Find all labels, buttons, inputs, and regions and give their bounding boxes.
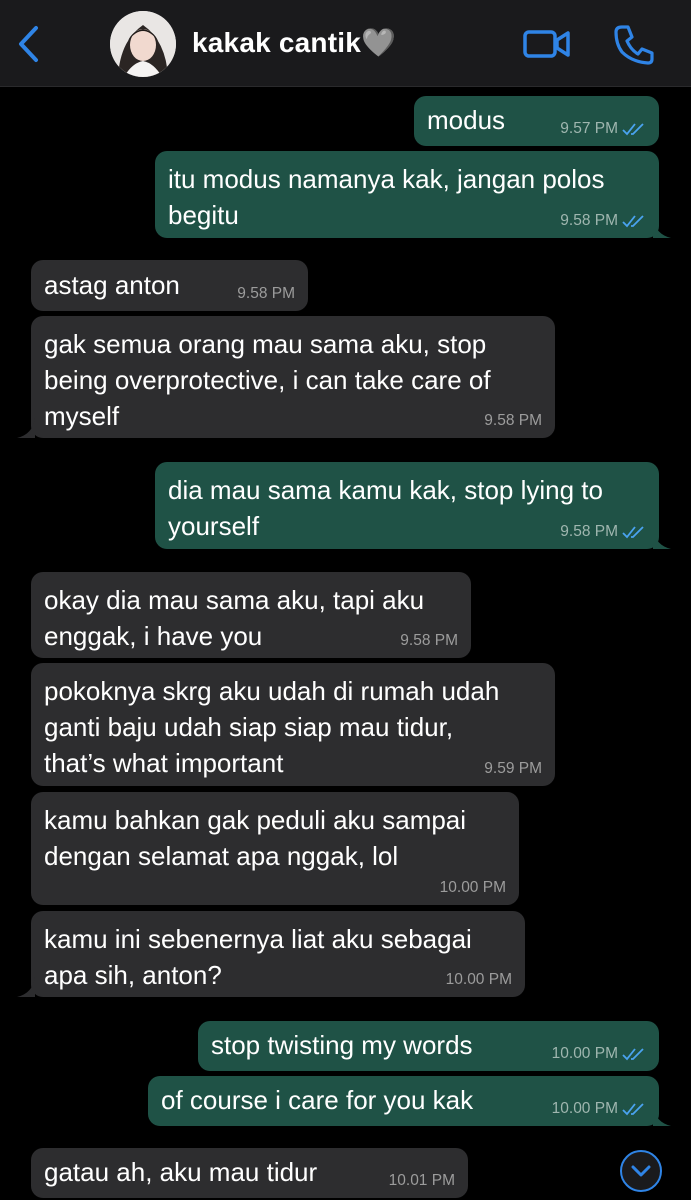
message-meta: 9.59 PM [484,760,542,778]
message-text: kamu ini sebenernya liat aku sebagai apa… [44,924,472,990]
message-meta: 9.58 PM [237,285,295,303]
read-receipt-icon [622,215,644,228]
message-meta: 9.58 PM [400,632,458,650]
video-camera-icon [523,30,570,58]
message-text: okay dia mau sama aku, tapi aku enggak, … [44,585,425,651]
read-receipt-icon [622,1048,644,1061]
read-receipt-icon [622,1103,644,1116]
message-bubble[interactable]: itu modus namanya kak, jangan polos begi… [155,151,671,238]
message-bubble[interactable]: pokoknya skrg aku udah di rumah udah gan… [31,663,555,786]
message-text: pokoknya skrg aku udah di rumah udah gan… [44,676,500,778]
message-meta: 9.58 PM [560,523,646,541]
message-meta: 10.00 PM [446,971,512,989]
video-call-button[interactable] [522,26,572,62]
message-time: 9.58 PM [484,412,542,429]
message-time: 9.58 PM [400,632,458,649]
message-bubble[interactable]: astag anton 9.58 PM [31,260,308,311]
message-bubble[interactable]: modus 9.57 PM [414,96,659,146]
message-meta: 9.58 PM [560,212,646,230]
bubble-tail [653,218,671,238]
avatar[interactable] [110,11,176,77]
contact-name[interactable]: kakak cantik🩶 [192,26,396,59]
message-time: 10.00 PM [445,971,512,988]
read-receipt-icon [622,123,644,136]
avatar-image [110,11,176,77]
message-time: 9.58 PM [237,285,295,302]
message-bubble[interactable]: gatau ah, aku mau tidur 10.01 PM [31,1148,468,1198]
message-bubble[interactable]: stop twisting my words 10.00 PM [198,1021,659,1071]
message-time: 10.00 PM [439,879,506,896]
message-time: 10.01 PM [388,1172,455,1189]
message-bubble[interactable]: okay dia mau sama aku, tapi aku enggak, … [31,572,471,658]
read-receipt-icon [622,526,644,539]
message-time: 9.58 PM [560,212,618,229]
message-time: 10.00 PM [551,1100,618,1117]
voice-call-button[interactable] [612,22,656,66]
phone-icon [614,25,654,65]
message-meta: 10.00 PM [552,1100,646,1118]
bubble-tail [17,418,35,438]
message-meta: 10.00 PM [440,879,506,897]
message-bubble[interactable]: of course i care for you kak 10.00 PM [148,1076,671,1126]
scroll-to-bottom-button[interactable] [620,1150,662,1192]
message-meta: 10.01 PM [389,1172,455,1190]
message-meta: 9.58 PM [484,412,542,430]
message-text: kamu bahkan gak peduli aku sampai dengan… [44,805,467,871]
message-meta: 9.57 PM [560,120,646,138]
message-meta: 10.00 PM [552,1045,646,1063]
bubble-tail [653,529,671,549]
bubble-tail [17,977,35,997]
message-time: 10.00 PM [551,1045,618,1062]
chevron-down-icon [631,1165,651,1177]
message-bubble[interactable]: gak semua orang mau sama aku, stop being… [17,316,555,438]
message-bubble[interactable]: kamu ini sebenernya liat aku sebagai apa… [17,911,525,997]
message-time: 9.58 PM [560,523,618,540]
chevron-left-icon [19,26,38,62]
message-time: 9.57 PM [560,120,618,137]
chat-header: kakak cantik🩶 [0,0,691,87]
message-bubble[interactable]: dia mau sama kamu kak, stop lying to you… [155,462,671,549]
message-text: gak semua orang mau sama aku, stop being… [44,329,491,431]
back-button[interactable] [14,24,44,64]
bubble-tail [653,1106,671,1126]
message-time: 9.59 PM [484,760,542,777]
message-bubble[interactable]: kamu bahkan gak peduli aku sampai dengan… [31,792,519,905]
